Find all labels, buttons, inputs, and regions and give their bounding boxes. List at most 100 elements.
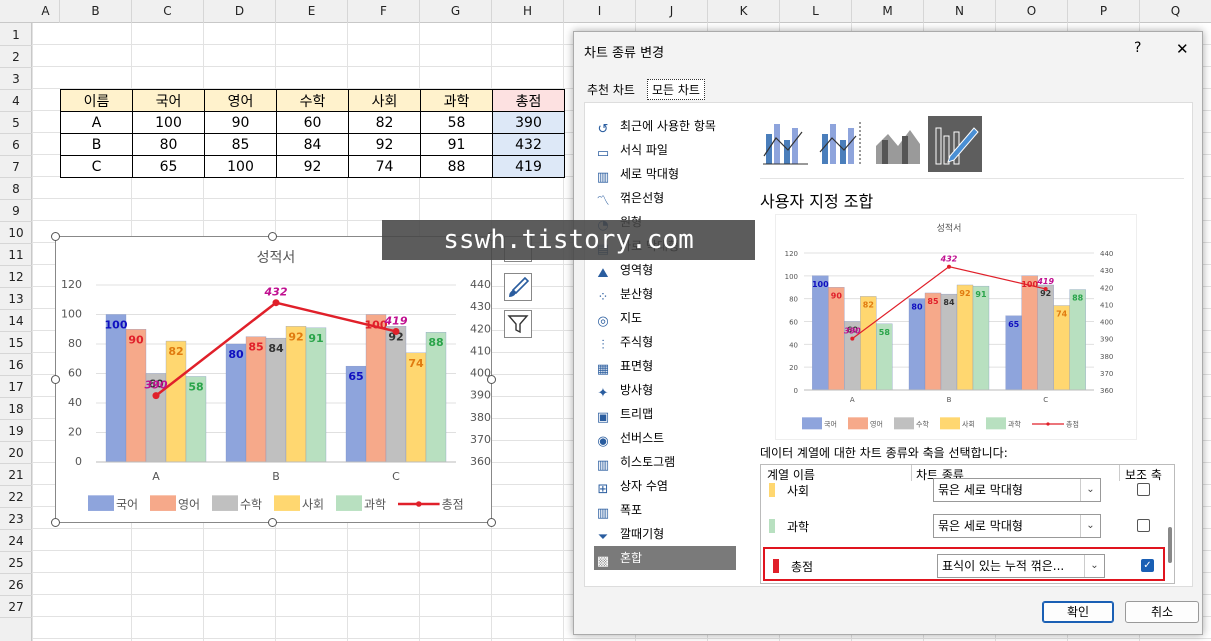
column-header-Q[interactable]: Q bbox=[1140, 0, 1211, 23]
bar-영어[interactable] bbox=[365, 314, 387, 463]
bar-수학[interactable] bbox=[265, 337, 287, 463]
line-marker[interactable] bbox=[947, 264, 951, 269]
column-header-N[interactable]: N bbox=[924, 0, 996, 23]
table-cell[interactable]: 432 bbox=[492, 133, 565, 156]
table-cell[interactable]: 60 bbox=[276, 111, 349, 134]
chart-type-9[interactable]: ⫶ 주식형 bbox=[594, 330, 736, 354]
column-header-P[interactable]: P bbox=[1068, 0, 1140, 23]
row-header-7[interactable]: 7 bbox=[0, 156, 32, 178]
custom-combination-icon[interactable] bbox=[928, 116, 982, 172]
series-scrollbar[interactable] bbox=[1168, 527, 1172, 563]
chevron-down-icon[interactable]: ⌄ bbox=[1080, 515, 1100, 537]
row-header-23[interactable]: 23 bbox=[0, 508, 32, 530]
chart-object[interactable]: 성적서 0 20 40 60 80 100 120 360 370 380 390 400 410 420 4… bbox=[55, 236, 492, 523]
bar-사회[interactable] bbox=[285, 326, 307, 463]
series-chart-type-select[interactable]: 묶은 세로 막대형 ⌄ bbox=[933, 478, 1101, 502]
row-header-19[interactable]: 19 bbox=[0, 420, 32, 442]
row-header-4[interactable]: 4 bbox=[0, 90, 32, 112]
row-header-22[interactable]: 22 bbox=[0, 486, 32, 508]
line-marker[interactable] bbox=[392, 327, 400, 335]
table-cell[interactable]: C bbox=[60, 155, 133, 178]
row-header-9[interactable]: 9 bbox=[0, 200, 32, 222]
bar-수학[interactable] bbox=[940, 293, 958, 391]
row-header-17[interactable]: 17 bbox=[0, 376, 32, 398]
bar-국어[interactable] bbox=[105, 314, 127, 463]
table-header-cell[interactable]: 총점 bbox=[492, 89, 565, 112]
column-header-M[interactable]: M bbox=[852, 0, 924, 23]
tab-recommended[interactable]: 추천 차트 bbox=[587, 81, 635, 98]
row-header-6[interactable]: 6 bbox=[0, 134, 32, 156]
resize-handle[interactable] bbox=[268, 518, 277, 527]
secondary-axis-checkbox[interactable]: ✓ bbox=[1141, 559, 1154, 572]
row-header-13[interactable]: 13 bbox=[0, 288, 32, 310]
help-button[interactable]: ? bbox=[1134, 40, 1141, 56]
bar-과학[interactable] bbox=[425, 332, 447, 463]
chart-type-15[interactable]: ⊞ 상자 수염 bbox=[594, 474, 736, 498]
row-header-11[interactable]: 11 bbox=[0, 244, 32, 266]
chart-type-0[interactable]: ↺ 최근에 사용한 항목 bbox=[594, 114, 736, 138]
close-icon[interactable]: ✕ bbox=[1176, 40, 1189, 58]
resize-handle[interactable] bbox=[51, 232, 60, 241]
row-header-15[interactable]: 15 bbox=[0, 332, 32, 354]
table-header-cell[interactable]: 영어 bbox=[204, 89, 277, 112]
table-header-cell[interactable]: 과학 bbox=[420, 89, 493, 112]
resize-handle[interactable] bbox=[487, 518, 496, 527]
column-header-J[interactable]: J bbox=[636, 0, 708, 23]
column-header-H[interactable]: H bbox=[492, 0, 564, 23]
table-header-cell[interactable]: 국어 bbox=[132, 89, 205, 112]
chart-type-2[interactable]: ▥ 세로 막대형 bbox=[594, 162, 736, 186]
chart-type-1[interactable]: ▭ 서식 파일 bbox=[594, 138, 736, 162]
table-cell[interactable]: 65 bbox=[132, 155, 205, 178]
line-marker[interactable] bbox=[152, 392, 160, 400]
column-header-K[interactable]: K bbox=[708, 0, 780, 23]
column-header-O[interactable]: O bbox=[996, 0, 1068, 23]
bar-국어[interactable] bbox=[225, 343, 247, 463]
row-header-3[interactable]: 3 bbox=[0, 68, 32, 90]
chevron-down-icon[interactable]: ⌄ bbox=[1084, 555, 1104, 577]
table-cell[interactable]: A bbox=[60, 111, 133, 134]
row-header-12[interactable]: 12 bbox=[0, 266, 32, 288]
chart-type-16[interactable]: ▥ 폭포 bbox=[594, 498, 736, 522]
series-chart-type-select[interactable]: 묶은 세로 막대형 ⌄ bbox=[933, 514, 1101, 538]
table-cell[interactable]: 91 bbox=[420, 133, 493, 156]
resize-handle[interactable] bbox=[51, 518, 60, 527]
row-header-26[interactable]: 26 bbox=[0, 574, 32, 596]
ok-button[interactable]: 확인 bbox=[1042, 601, 1114, 623]
resize-handle[interactable] bbox=[268, 232, 277, 241]
column-header-I[interactable]: I bbox=[564, 0, 636, 23]
row-header-1[interactable]: 1 bbox=[0, 24, 32, 46]
tab-all-charts[interactable]: 모든 차트 bbox=[647, 79, 705, 100]
column-header-G[interactable]: G bbox=[420, 0, 492, 23]
resize-handle[interactable] bbox=[51, 375, 60, 384]
row-header-2[interactable]: 2 bbox=[0, 46, 32, 68]
row-header-14[interactable]: 14 bbox=[0, 310, 32, 332]
bar-사회[interactable] bbox=[956, 284, 974, 391]
bar-과학[interactable] bbox=[1069, 289, 1086, 391]
table-cell[interactable]: 100 bbox=[204, 155, 277, 178]
table-cell[interactable]: 92 bbox=[276, 155, 349, 178]
table-cell[interactable]: B bbox=[60, 133, 133, 156]
bar-과학[interactable] bbox=[972, 285, 990, 391]
line-marker[interactable] bbox=[850, 336, 855, 341]
table-cell[interactable]: 84 bbox=[276, 133, 349, 156]
table-header-cell[interactable]: 수학 bbox=[276, 89, 349, 112]
row-header-24[interactable]: 24 bbox=[0, 530, 32, 552]
bar-영어[interactable] bbox=[924, 292, 942, 391]
column-header-E[interactable]: E bbox=[276, 0, 348, 23]
bar-국어[interactable] bbox=[812, 275, 829, 391]
bar-영어[interactable] bbox=[828, 287, 845, 391]
row-header-18[interactable]: 18 bbox=[0, 398, 32, 420]
row-header-8[interactable]: 8 bbox=[0, 178, 32, 200]
table-header-cell[interactable]: 사회 bbox=[348, 89, 421, 112]
bar-영어[interactable] bbox=[125, 329, 147, 463]
line-marker[interactable] bbox=[1043, 286, 1048, 291]
table-cell[interactable]: 92 bbox=[348, 133, 421, 156]
chevron-down-icon[interactable]: ⌄ bbox=[1080, 479, 1100, 501]
chart-type-10[interactable]: ▦ 표면형 bbox=[594, 354, 736, 378]
chart-type-7[interactable]: ⁘ 분산형 bbox=[594, 282, 736, 306]
bar-사회[interactable] bbox=[165, 340, 187, 463]
column-header-F[interactable]: F bbox=[348, 0, 420, 23]
table-cell[interactable]: 80 bbox=[132, 133, 205, 156]
row-header-25[interactable]: 25 bbox=[0, 552, 32, 574]
stacked-area-column-icon[interactable] bbox=[872, 116, 924, 170]
